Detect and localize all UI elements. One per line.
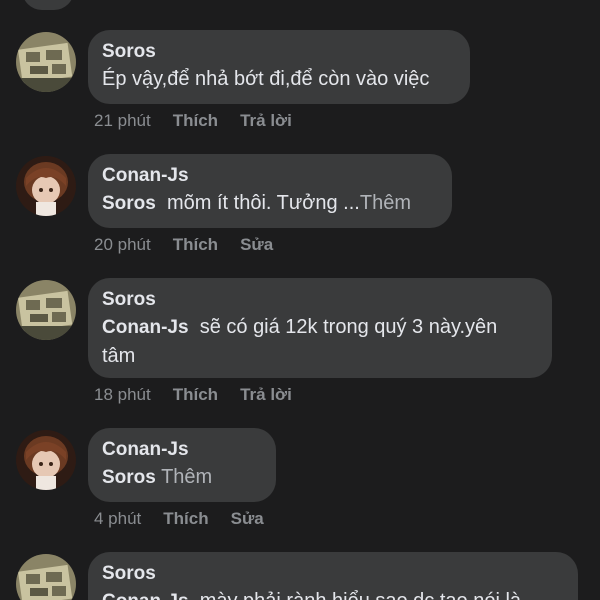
like-button[interactable]: Thích [173,110,218,132]
comment-time: 20 phút [94,235,151,254]
mention-tag[interactable]: Conan-Js [102,317,189,338]
money-stack-avatar-icon [16,32,76,92]
comment-thread: Soros Ép vậy,để nhả bớt đi,để còn vào vi… [0,0,600,600]
comment-text: Soros Thêm [102,463,260,492]
comment-bubble[interactable]: Conan-Js Soros mõm ít thôi. Tưởng ...Thê… [88,154,452,228]
comment-meta: 18 phút Thích Trả lời [94,384,292,406]
edit-button[interactable]: Sửa [240,234,273,256]
anime-character-avatar-icon [16,430,76,490]
money-stack-avatar-icon [16,554,76,600]
see-more-link[interactable]: Thêm [161,466,212,488]
comment-meta: 4 phút Thích Sửa [94,508,264,530]
avatar-conan-js[interactable] [16,156,76,216]
comment-text: Conan-Js sẽ có giá 12k trong quý 3 này.y… [102,313,536,370]
comment-author[interactable]: Conan-Js [102,163,436,189]
avatar-soros[interactable] [16,280,76,340]
comment-author[interactable]: Soros [102,287,536,313]
reply-button[interactable]: Trả lời [240,384,292,406]
edit-button[interactable]: Sửa [231,508,264,530]
avatar-soros[interactable] [16,32,76,92]
avatar-soros[interactable] [16,554,76,600]
see-more-link[interactable]: Thêm [360,192,411,214]
comment-text: Soros mõm ít thôi. Tưởng ...Thêm [102,189,436,218]
reply-button[interactable]: Trả lời [240,110,292,132]
comment-meta: 21 phút Thích Trả lời [94,110,292,132]
comment-author[interactable]: Soros [102,39,454,65]
mention-tag[interactable]: Soros [102,193,156,214]
like-button[interactable]: Thích [173,384,218,406]
previous-comment-bubble [22,0,74,10]
comment-body: mõm ít thôi. Tưởng ... [166,192,360,214]
comment-bubble[interactable]: Soros Conan-Js sẽ có giá 12k trong quý 3… [88,278,552,378]
comment-author[interactable]: Conan-Js [102,437,260,463]
like-button[interactable]: Thích [163,508,208,530]
comment-text: Ép vậy,để nhả bớt đi,để còn vào việc [102,68,430,90]
comment-time: 21 phút [94,111,151,130]
comment-bubble[interactable]: Conan-Js Soros Thêm [88,428,276,502]
comment-bubble[interactable]: Soros Ép vậy,để nhả bớt đi,để còn vào vi… [88,30,470,104]
anime-character-avatar-icon [16,156,76,216]
comment-time: 4 phút [94,509,142,528]
comment-author[interactable]: Soros [102,561,562,587]
comment-time: 18 phút [94,385,151,404]
comment-text: Conan-Js mày phải rành hiểu sao dc tao n… [102,587,562,600]
mention-tag[interactable]: Soros [102,467,156,488]
comment-bubble[interactable]: Soros Conan-Js mày phải rành hiểu sao dc… [88,552,578,600]
comment-meta: 20 phút Thích Sửa [94,234,273,256]
mention-tag[interactable]: Conan-Js [102,591,189,600]
avatar-conan-js[interactable] [16,430,76,490]
like-button[interactable]: Thích [173,234,218,256]
money-stack-avatar-icon [16,280,76,340]
comment-body: mày phải rành hiểu sao dc tao nói là [200,590,521,600]
